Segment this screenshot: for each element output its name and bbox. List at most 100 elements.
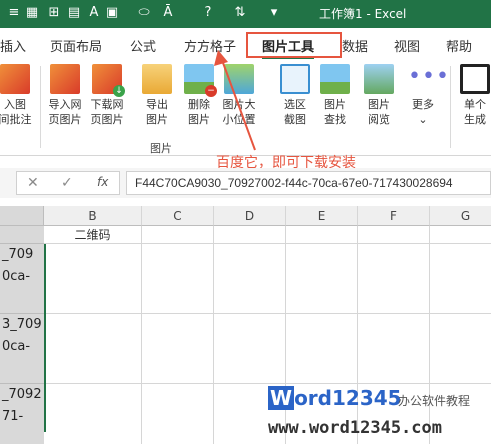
tab-formulas[interactable]: 公式: [130, 36, 156, 55]
cell-c3[interactable]: [142, 314, 214, 384]
cell-g3[interactable]: [430, 314, 491, 384]
ribbon-label: 页图片: [90, 113, 124, 126]
ribbon-label: ⌄: [418, 113, 428, 126]
insert-function-icon[interactable]: fx: [97, 175, 108, 189]
shape-icon[interactable]: ▣: [104, 5, 120, 21]
download-web-pic-icon: ↓: [92, 64, 125, 97]
single-generate-icon: [460, 64, 490, 94]
pic-find-icon: [320, 64, 350, 94]
delete-pic-icon: −: [184, 64, 217, 97]
cell-g2[interactable]: [430, 244, 491, 314]
ribbon-label: 导入网: [48, 98, 82, 111]
download-badge-icon: ↓: [113, 85, 125, 97]
cell-f1[interactable]: [358, 226, 430, 244]
watermark-logo-w: W: [268, 386, 295, 410]
cell-e1[interactable]: [286, 226, 358, 244]
ribbon-label: 图片: [146, 113, 168, 126]
more-icon: •••: [408, 64, 450, 89]
cancel-icon[interactable]: ✕: [27, 175, 39, 191]
ribbon-label: 下载网: [90, 98, 124, 111]
selection-border: [0, 244, 46, 432]
group-label-pictures: 图片: [150, 142, 172, 155]
pic-find-button[interactable]: 图片 查找: [312, 64, 358, 127]
cell-f3[interactable]: [358, 314, 430, 384]
watermark-logo-text: ord12345: [294, 386, 402, 410]
cell-g1[interactable]: [430, 226, 491, 244]
watermark-subtitle: 办公软件教程: [398, 394, 471, 408]
menu-icon[interactable]: ≡: [6, 5, 22, 21]
ribbon-label: 导出: [146, 98, 168, 111]
cell-e3[interactable]: [286, 314, 358, 384]
import-batch-button[interactable]: 入图 间批注: [0, 64, 38, 127]
ribbon-label: 间批注: [0, 113, 32, 126]
ribbon-label: 查找: [324, 113, 346, 126]
formula-input[interactable]: F44C70CA9030_70927002-f44c-70ca-67e0-717…: [126, 171, 491, 195]
cell-d2[interactable]: [214, 244, 286, 314]
cell-c1[interactable]: [142, 226, 214, 244]
sort-icon[interactable]: ⇅: [232, 5, 248, 21]
ribbon-label: 图片: [324, 98, 346, 111]
cell-b3[interactable]: [44, 314, 142, 384]
cell-d1[interactable]: [214, 226, 286, 244]
cell-e2[interactable]: [286, 244, 358, 314]
ribbon-label: 单个: [464, 98, 486, 111]
watermark: Word12345 办公软件教程 www.word12345.com: [268, 386, 491, 444]
download-web-pic-button[interactable]: ↓ 下载网页图片: [84, 64, 130, 127]
single-generate-button[interactable]: 单个 生成: [452, 64, 491, 127]
ribbon-label: 小位置: [222, 113, 256, 126]
pic-size-button[interactable]: 图片大 小位置: [216, 64, 262, 127]
select-screenshot-icon: [280, 64, 310, 94]
ribbon-separator: [450, 66, 451, 148]
tab-help[interactable]: 帮助: [446, 36, 472, 55]
tab-fangfang[interactable]: 方方格子: [184, 36, 236, 55]
confirm-icon[interactable]: ✓: [61, 175, 73, 191]
cell-c4[interactable]: [142, 384, 214, 444]
column-header-g[interactable]: G: [430, 206, 491, 226]
export-pic-button[interactable]: 导出 图片: [134, 64, 180, 127]
cell-f2[interactable]: [358, 244, 430, 314]
ribbon-label: 入图: [4, 98, 26, 111]
column-header-d[interactable]: D: [214, 206, 286, 226]
ribbon-label: 图片大: [222, 98, 256, 111]
lasso-icon[interactable]: ⬭: [136, 5, 152, 21]
import-web-pic-icon: [50, 64, 80, 94]
tab-insert[interactable]: 插入: [0, 36, 26, 55]
import-web-pic-button[interactable]: 导入网 页图片: [42, 64, 88, 127]
column-header-f[interactable]: F: [358, 206, 430, 226]
watermark-url: www.word12345.com: [268, 418, 442, 438]
clipboard-icon[interactable]: ▤: [66, 5, 82, 21]
pic-size-icon: [224, 64, 254, 94]
textbox-icon[interactable]: Ā: [160, 5, 176, 21]
ribbon-label: 阅览: [368, 113, 390, 126]
help-icon[interactable]: ?: [200, 5, 216, 21]
cell-b2[interactable]: [44, 244, 142, 314]
column-header-c[interactable]: C: [142, 206, 214, 226]
pic-browse-button[interactable]: 图片 阅览: [356, 64, 402, 127]
highlight-box: [246, 32, 342, 58]
column-header-b[interactable]: B: [44, 206, 142, 226]
pic-browse-icon: [364, 64, 394, 94]
tab-page-layout[interactable]: 页面布局: [50, 36, 102, 55]
ribbon-label: 更多: [412, 98, 434, 111]
more-button[interactable]: ••• 更多 ⌄: [400, 64, 450, 127]
export-pic-icon: [142, 64, 172, 94]
dropdown-icon[interactable]: ▾: [266, 5, 282, 21]
cell-d3[interactable]: [214, 314, 286, 384]
watermark-logo: Word12345: [268, 386, 402, 410]
cell-c2[interactable]: [142, 244, 214, 314]
text-icon[interactable]: A: [86, 5, 102, 21]
sheet-icon[interactable]: ▦: [24, 5, 40, 21]
table-icon[interactable]: ⊞: [46, 5, 62, 21]
ribbon: 入图 间批注 导入网 页图片 ↓ 下载网 页图片 导出 图片 − 删除 图片 图片大 小位置 选区 截图 图片查…: [0, 60, 491, 156]
cell-b4[interactable]: [44, 384, 142, 444]
title-bar: ≡ ▦ ⊞ ▤ A ▣ ⬭ Ā? ⇅ ▾ 工作簿1 - Excel: [0, 0, 491, 28]
column-header-e[interactable]: E: [286, 206, 358, 226]
ribbon-label: 生成: [464, 113, 486, 126]
cell-b1[interactable]: 二维码: [44, 226, 142, 244]
ribbon-separator: [40, 66, 41, 148]
column-a-header[interactable]: [0, 206, 44, 226]
formula-bar: ✕ ✓ fx F44C70CA9030_70927002-f44c-70ca-6…: [0, 168, 491, 198]
tab-view[interactable]: 视图: [394, 36, 420, 55]
cell-a1[interactable]: [0, 226, 44, 244]
tab-data[interactable]: 数据: [342, 36, 368, 55]
